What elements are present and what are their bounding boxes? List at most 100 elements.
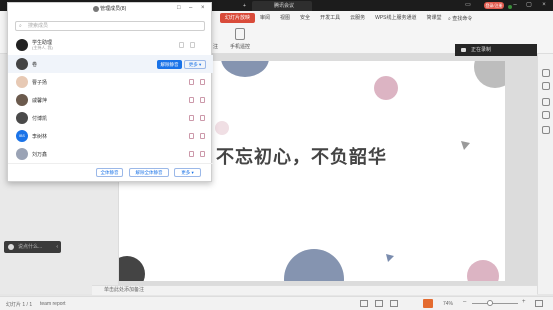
menu-classroom[interactable]: 简课堂: [421, 13, 446, 23]
chat-icon: [8, 244, 14, 250]
zoom-slider-thumb[interactable]: [487, 300, 493, 306]
footer-more-button[interactable]: 更多 ▾: [174, 168, 201, 177]
mic-muted-icon[interactable]: [189, 97, 194, 103]
maximize-icon[interactable]: ▢: [523, 0, 535, 11]
member-name: 李树林: [32, 134, 48, 140]
unmute-button[interactable]: 解除静音: [157, 60, 182, 69]
camera-off-icon[interactable]: [200, 97, 205, 103]
menu-review[interactable]: 审阅: [255, 13, 275, 23]
member-row[interactable]: IBS 李树林: [8, 127, 213, 145]
register-button[interactable]: 登录/注册: [484, 2, 504, 9]
phone-icon: [235, 28, 245, 40]
avatar: [16, 39, 28, 51]
slide-circle-pink: [374, 76, 398, 100]
avatar: IBS: [16, 130, 28, 142]
members-icon: [92, 5, 99, 12]
ribbon-tool-notes[interactable]: 注: [213, 43, 218, 50]
menu-security[interactable]: 安全: [295, 13, 315, 23]
recording-icon: [461, 48, 466, 52]
member-name: 戚馨萍: [32, 98, 48, 104]
slide-circle-pink-bottom: [467, 260, 499, 281]
reading-view-icon[interactable]: [390, 300, 398, 307]
member-panel: 管理成员(8) □ – × ⌕ 搜索成员 学生助理 (主持人, 我) 卷 解除静…: [7, 2, 213, 182]
member-name: 付博凯: [32, 116, 48, 122]
slide-circle-gray: [474, 61, 505, 88]
member-name: 刘万鑫: [32, 152, 48, 158]
share-icon[interactable]: [542, 98, 550, 106]
ribbon-menu: 幻灯片放映 审阅 视图 安全 开发工具 云服务 WPS线上服务通道 简课堂: [220, 13, 447, 23]
panel-close-icon[interactable]: ×: [201, 5, 205, 11]
zoom-out-icon[interactable]: –: [463, 299, 466, 305]
menu-view[interactable]: 视图: [275, 13, 295, 23]
panel-minimize-icon[interactable]: –: [189, 5, 192, 11]
play-slideshow-button[interactable]: [423, 299, 433, 308]
camera-off-icon[interactable]: [200, 151, 205, 157]
slide-title: 不忘初心，不负韶华: [216, 147, 387, 168]
avatar: [16, 76, 28, 88]
zoom-level: 74%: [443, 301, 454, 307]
notes-pane[interactable]: 单击此处添加备注: [92, 285, 537, 295]
avatar: [16, 148, 28, 160]
avatar: [16, 112, 28, 124]
collapse-icon[interactable]: ‹: [56, 241, 58, 253]
fit-window-icon[interactable]: [535, 300, 543, 307]
search-icon: ⌕: [448, 16, 451, 22]
minimize-icon[interactable]: –: [509, 0, 521, 11]
more-button[interactable]: 更多 ▾: [184, 60, 206, 69]
mic-muted-icon[interactable]: [189, 151, 194, 157]
member-row[interactable]: 曹子扬: [8, 73, 213, 91]
member-name: 卷: [32, 62, 38, 68]
mic-muted-icon[interactable]: [189, 115, 194, 121]
menu-wps-online[interactable]: WPS线上服务通道: [370, 13, 421, 23]
right-toolbar: [537, 54, 553, 294]
menu-slideshow[interactable]: 幻灯片放映: [220, 13, 256, 23]
mute-all-button[interactable]: 全体静音: [96, 168, 123, 177]
sorter-view-icon[interactable]: [375, 300, 383, 307]
search-icon: ⌕: [19, 23, 22, 29]
new-tab-button[interactable]: +: [243, 1, 246, 11]
member-row-host[interactable]: 学生助理 (主持人, 我): [8, 36, 213, 54]
right-tool-icon-2[interactable]: [542, 82, 550, 90]
search-command[interactable]: ⌕ 查找命令: [448, 15, 472, 22]
slide-circle-pale: [215, 121, 229, 135]
mic-icon[interactable]: [179, 42, 184, 48]
member-role: (主持人, 我): [32, 45, 53, 50]
member-name: 曹子扬: [32, 80, 48, 86]
avatar: [16, 58, 28, 70]
chat-placeholder: 说点什么...: [18, 244, 43, 250]
panel-title: 管理成员(8): [100, 6, 127, 12]
mic-muted-icon[interactable]: [189, 79, 194, 85]
panel-pin-icon[interactable]: □: [177, 5, 181, 11]
mic-muted-icon[interactable]: [189, 133, 194, 139]
status-bar: 幻灯片 1 / 1 team report 74% – +: [0, 296, 553, 310]
unmute-all-button[interactable]: 解除全体静音: [129, 168, 169, 177]
member-row[interactable]: 付博凯: [8, 109, 213, 127]
member-row[interactable]: 刘万鑫: [8, 145, 213, 163]
menu-cloud[interactable]: 云服务: [345, 13, 370, 23]
zoom-in-icon[interactable]: +: [522, 299, 526, 305]
camera-off-icon[interactable]: [200, 133, 205, 139]
right-tool-icon-1[interactable]: [542, 69, 550, 77]
slide-circle-blue-bottom: [284, 249, 344, 281]
window-icon[interactable]: ▭: [462, 0, 474, 11]
triangle-gray-shape: [461, 141, 470, 150]
slide-circle-blue-top: [221, 61, 269, 77]
normal-view-icon[interactable]: [360, 300, 368, 307]
camera-off-icon[interactable]: [200, 79, 205, 85]
right-tool-icon-4[interactable]: [542, 111, 550, 119]
phone-remote-button[interactable]: 手机遥控: [230, 43, 250, 50]
member-row[interactable]: 戚馨萍: [8, 91, 213, 109]
member-row[interactable]: 卷 解除静音 更多 ▾: [8, 55, 213, 73]
meeting-tab[interactable]: 腾讯会议: [252, 1, 512, 11]
member-search-input[interactable]: ⌕ 搜索成员: [15, 21, 205, 31]
close-icon[interactable]: ×: [538, 0, 550, 11]
menu-devtools[interactable]: 开发工具: [315, 13, 345, 23]
slide-counter: 幻灯片 1 / 1: [6, 302, 33, 308]
zoom-slider[interactable]: [472, 303, 518, 304]
camera-icon[interactable]: [190, 42, 195, 48]
recording-indicator: 正在录制: [455, 44, 537, 56]
chat-float-bar[interactable]: 说点什么... ‹: [4, 241, 61, 253]
right-tool-icon-5[interactable]: [542, 126, 550, 134]
camera-off-icon[interactable]: [200, 115, 205, 121]
theme-name: team report: [40, 301, 66, 307]
